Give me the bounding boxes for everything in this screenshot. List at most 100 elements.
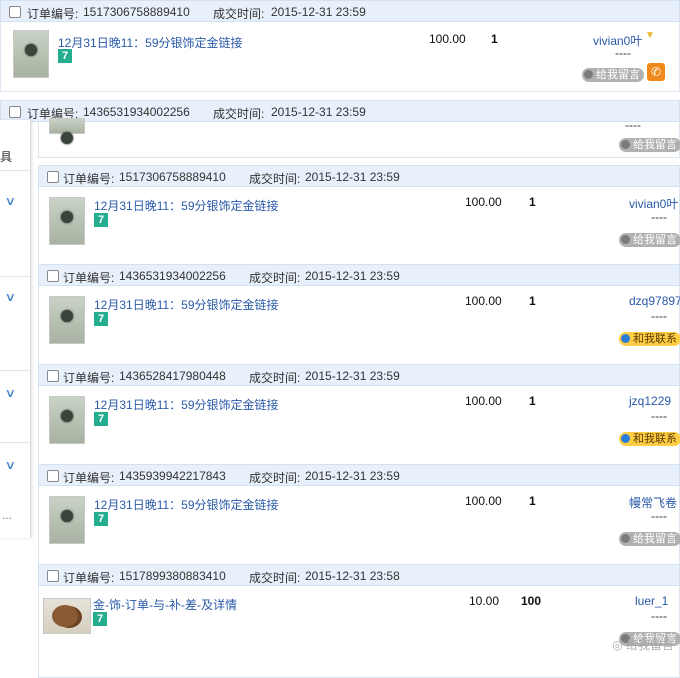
chevron-down-icon[interactable]: ∨ (5, 458, 16, 472)
product-thumbnail[interactable] (49, 296, 85, 344)
order-header: 订单编号: 1517899380883410 成交时间: 2015-12-31 23:… (38, 564, 680, 586)
product-thumbnail[interactable] (49, 118, 85, 144)
deal-time-label: 成交时间: (249, 571, 301, 585)
order-body: 12月31日晚11：59分银饰定金链接7 100.00 1 dzq978978----… (38, 286, 680, 376)
chevron-down-icon[interactable]: ∨ (5, 386, 16, 400)
order-header: 订单编号: 1517306758889410 成交时间: 2015-12-31 23:… (38, 165, 680, 187)
order-no: 1436531934002256 (119, 269, 226, 283)
seller-status: ---- (651, 609, 667, 623)
sidebar-divider (0, 442, 30, 443)
order-checkbox[interactable] (47, 370, 59, 382)
order-header: 订单编号: 1436531934002256 成交时间: 2015-12-31 23:… (38, 264, 680, 286)
order-checkbox[interactable] (47, 171, 59, 183)
seller-name[interactable]: dzq978978 (629, 294, 680, 308)
order-no: 1517899380883410 (119, 569, 226, 583)
order-no-label: 订单编号: (63, 571, 115, 585)
order-no-label: 订单编号: (63, 172, 115, 186)
order-no-label: 订单编号: (63, 271, 115, 285)
flag-icon[interactable]: ▼ (645, 31, 655, 41)
seven-day-return-badge: 7 (94, 412, 108, 426)
contact-me-button[interactable]: 和我联系 (619, 332, 680, 346)
order-header: 订单编号: 1436531934002256 成交时间: 2015-12-31 … (0, 100, 680, 122)
quantity: 1 (529, 195, 536, 209)
order-header: 订单编号: 1517306758889410 成交时间: 2015-12-31 … (0, 0, 680, 22)
phone-icon[interactable]: ✆ (647, 63, 665, 81)
unit-price: 100.00 (465, 195, 502, 209)
order-header: 订单编号: 1435939942217843 成交时间: 2015-12-31 23:… (38, 464, 680, 486)
seller-status: ---- (625, 118, 641, 132)
leave-message-button[interactable]: 给我留言 (619, 138, 680, 152)
seven-day-return-badge: 7 (94, 312, 108, 326)
chevron-down-icon[interactable]: ∨ (5, 290, 16, 304)
unit-price: 100.00 (465, 394, 502, 408)
product-thumbnail[interactable] (43, 598, 91, 634)
unit-price: 100.00 (429, 32, 466, 46)
product-title-link[interactable]: 金-饰-订单-与-补-差-及详情 (93, 596, 237, 613)
order-no: 1517306758889410 (83, 5, 190, 19)
order-checkbox[interactable] (47, 270, 59, 282)
sidebar-divider (0, 370, 30, 371)
quantity: 1 (529, 294, 536, 308)
deal-time: 2015-12-31 23:59 (305, 369, 400, 383)
sidebar-partial-label: 具 (0, 150, 13, 164)
deal-time-label: 成交时间: (249, 172, 301, 186)
product-title-link[interactable]: 12月31日晚11：59分银饰定金链接 (94, 296, 279, 313)
chevron-down-icon[interactable]: ∨ (5, 194, 16, 208)
product-title-link[interactable]: 12月31日晚11：59分银饰定金链接 (58, 34, 243, 51)
order-header: 订单编号: 1436528417980448 成交时间: 2015-12-31 23:… (38, 364, 680, 386)
order-checkbox[interactable] (47, 470, 59, 482)
quantity: 1 (529, 394, 536, 408)
order-no: 1435939942217843 (119, 469, 226, 483)
deal-time-label: 成交时间: (249, 371, 301, 385)
unit-price: 100.00 (465, 494, 502, 508)
seller-name[interactable]: luer_1 (635, 594, 668, 608)
sidebar-ellipsis: ... (2, 508, 13, 522)
order-no-label: 订单编号: (27, 7, 79, 21)
deal-time: 2015-12-31 23:59 (271, 105, 366, 119)
seller-status: ---- (615, 46, 631, 60)
order-checkbox[interactable] (47, 570, 59, 582)
leave-message-button[interactable]: 给我留言 (619, 233, 680, 247)
product-title-link[interactable]: 12月31日晚11：59分银饰定金链接 (94, 496, 279, 513)
deal-time: 2015-12-31 23:59 (271, 5, 366, 19)
order-no: 1517306758889410 (119, 170, 226, 184)
quantity: 100 (521, 594, 542, 608)
order-no: 1436528417980448 (119, 369, 226, 383)
seller-status: ---- (651, 409, 667, 423)
sidebar-panel: 具 ∨ ∨ ∨ ∨ ... (0, 120, 31, 538)
seven-day-return-badge: 7 (93, 612, 107, 626)
deal-time-label: 成交时间: (213, 7, 265, 21)
deal-time: 2015-12-31 23:58 (305, 569, 400, 583)
seven-day-return-badge: 7 (58, 49, 72, 63)
seller-status: ---- (651, 509, 667, 523)
order-body: 12月31日晚11：59分银饰定金链接 7 100.00 1 vivian0叶 … (0, 22, 680, 92)
product-title-link[interactable]: 12月31日晚11：59分银饰定金链接 (94, 197, 279, 214)
product-thumbnail[interactable] (13, 30, 49, 78)
product-title-link[interactable]: 12月31日晚11：59分银饰定金链接 (94, 396, 279, 413)
order-body: ---- 给我留言 (38, 118, 680, 158)
order-body: 12月31日晚11：59分银饰定金链接 7 100.00 1 幔常飞卷 ---- 给我留言 (38, 486, 680, 576)
order-no: 1436531934002256 (83, 105, 190, 119)
deal-time: 2015-12-31 23:59 (305, 269, 400, 283)
deal-time: 2015-12-31 23:59 (305, 170, 400, 184)
contact-me-button[interactable]: 和我联系 (619, 432, 680, 446)
order-checkbox[interactable] (9, 106, 21, 118)
deal-time-label: 成交时间: (249, 471, 301, 485)
unit-price: 100.00 (465, 294, 502, 308)
quantity: 1 (529, 494, 536, 508)
seller-status: ---- (651, 309, 667, 323)
leave-message-button[interactable]: 给我留言 (582, 68, 644, 82)
deal-time-label: 成交时间: (213, 107, 265, 121)
order-no-label: 订单编号: (63, 371, 115, 385)
product-thumbnail[interactable] (49, 197, 85, 245)
seller-name[interactable]: jzq1229 (629, 394, 671, 408)
seven-day-return-badge: 7 (94, 213, 108, 227)
unit-price: 10.00 (469, 594, 500, 608)
leave-message-button[interactable]: 给我留言 (619, 532, 680, 546)
product-thumbnail[interactable] (49, 396, 85, 444)
product-thumbnail[interactable] (49, 496, 85, 544)
deal-time: 2015-12-31 23:59 (305, 469, 400, 483)
sidebar-divider (0, 276, 30, 277)
deal-time-label: 成交时间: (249, 271, 301, 285)
order-checkbox[interactable] (9, 6, 21, 18)
